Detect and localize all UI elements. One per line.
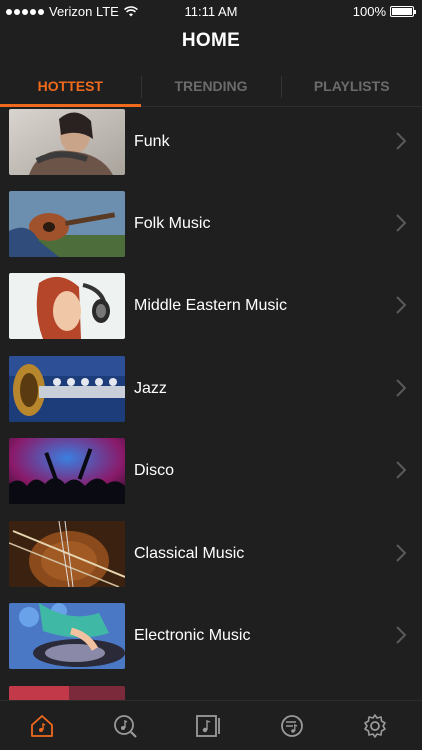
chevron-right-icon	[396, 461, 406, 479]
genre-row-partial[interactable]	[0, 685, 422, 700]
genre-row-electronic-music[interactable]: Electronic Music	[0, 602, 422, 670]
chevron-right-icon	[396, 296, 406, 314]
battery-percent: 100%	[352, 4, 386, 19]
genre-label: Middle Eastern Music	[134, 297, 287, 314]
genre-row-funk[interactable]: Funk	[0, 108, 422, 176]
tab-trending[interactable]: TRENDING	[140, 70, 282, 106]
genre-label: Folk Music	[134, 215, 211, 232]
genre-label: Funk	[134, 133, 170, 150]
genre-thumbnail-middle-eastern-music	[9, 273, 125, 339]
battery-status: 100%	[352, 4, 416, 19]
chevron-right-icon	[396, 626, 406, 644]
genre-row-folk-music[interactable]: Folk Music	[0, 190, 422, 258]
genre-thumbnail-funk	[9, 109, 125, 175]
home-icon[interactable]	[29, 713, 55, 739]
genre-label: Disco	[134, 462, 175, 479]
genre-label: Jazz	[134, 380, 167, 397]
chevron-right-icon	[396, 544, 406, 562]
genre-thumbnail-disco	[9, 438, 125, 504]
genre-thumbnail-jazz	[9, 356, 125, 422]
chevron-right-icon	[396, 379, 406, 397]
genre-thumbnail-electronic-music	[9, 603, 125, 669]
genre-thumbnail-folk-music	[9, 191, 125, 257]
music-search-icon[interactable]	[112, 713, 138, 739]
genre-row-disco[interactable]: Disco	[0, 437, 422, 505]
tab-hottest[interactable]: HOTTEST	[0, 70, 141, 107]
genre-row-classical-music[interactable]: Classical Music	[0, 520, 422, 588]
genre-label: Electronic Music	[134, 627, 251, 644]
bottom-tab-bar	[0, 700, 422, 750]
genre-thumbnail-classical-music	[9, 521, 125, 587]
genre-label: Classical Music	[134, 545, 245, 562]
chevron-right-icon	[396, 214, 406, 232]
genre-list: Funk Folk Music Middle Eastern Music Jaz…	[0, 107, 422, 700]
music-library-icon[interactable]	[195, 713, 221, 739]
genre-row-jazz[interactable]: Jazz	[0, 355, 422, 423]
status-bar: Verizon LTE 11:11 AM 100%	[0, 0, 422, 22]
battery-icon	[390, 6, 416, 17]
tab-playlists[interactable]: PLAYLISTS	[281, 70, 422, 106]
settings-gear-icon[interactable]	[362, 713, 388, 739]
tab-bar: HOTTEST TRENDING PLAYLISTS	[0, 70, 422, 107]
page-title: HOME	[181, 30, 241, 51]
chevron-right-icon	[396, 132, 406, 150]
genre-thumbnail-partial	[9, 686, 125, 700]
playlist-icon[interactable]	[279, 713, 305, 739]
genre-row-middle-eastern-music[interactable]: Middle Eastern Music	[0, 272, 422, 340]
